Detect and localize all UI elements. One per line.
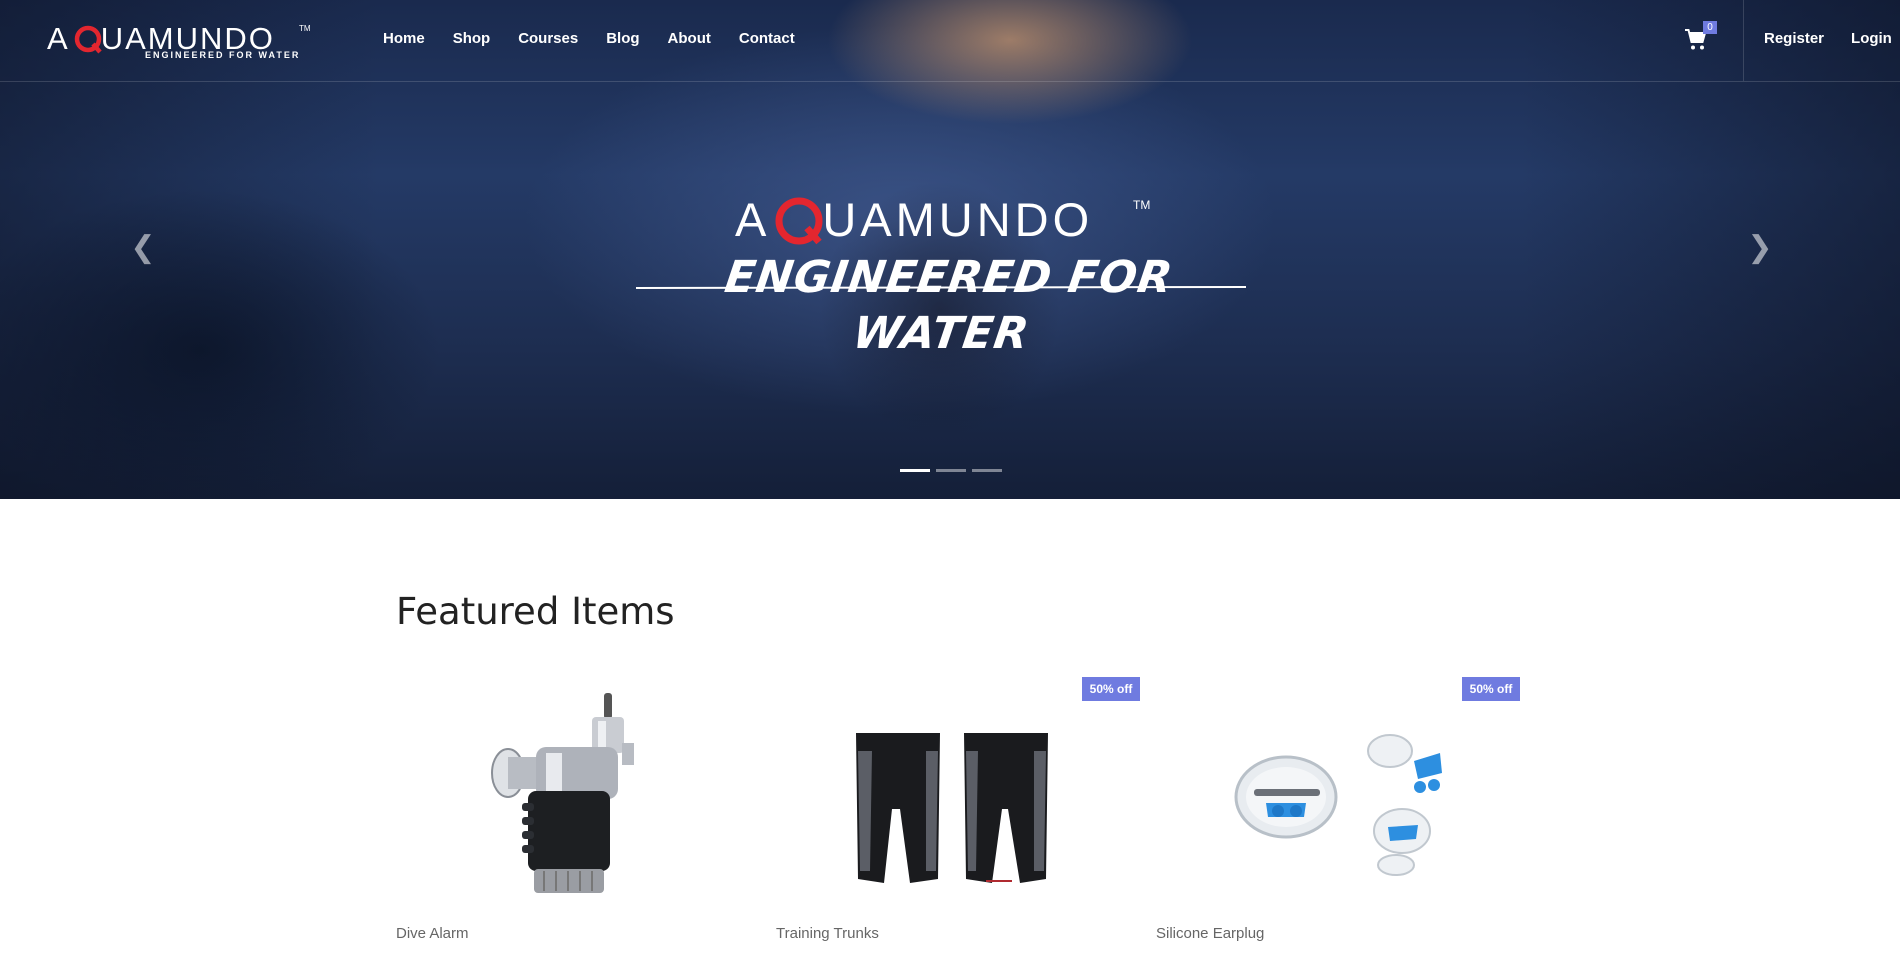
hero-logo-text: A UAMUNDO <box>735 193 1094 246</box>
nav-courses[interactable]: Courses <box>518 30 578 47</box>
hero-tagline-brush-stroke <box>636 286 1246 289</box>
nav-home[interactable]: Home <box>383 30 425 47</box>
brand-tm: TM <box>299 24 311 33</box>
login-link[interactable]: Login <box>1851 30 1892 47</box>
carousel-indicators <box>900 469 1002 472</box>
main-nav: Home Shop Courses Blog About Contact <box>383 30 823 47</box>
product-image-training-trunks[interactable] <box>776 691 1140 905</box>
hero-tagline: ENGINEERED FOR WATER <box>721 252 1177 359</box>
hero-logo: A UAMUNDO TM <box>735 190 1155 250</box>
carousel-indicator-2[interactable] <box>936 469 966 472</box>
carousel-prev-icon[interactable]: ❮ <box>128 230 158 265</box>
nav-about[interactable]: About <box>668 30 711 47</box>
product-image-silicone-earplug[interactable] <box>1156 691 1520 905</box>
top-navbar: A UAMUNDO TM ENGINEERED FOR WATER Home Sh… <box>0 0 1900 82</box>
product-name[interactable]: Silicone Earplug <box>1156 925 1264 942</box>
product-card-silicone-earplug[interactable]: Silicone Earplug 50% off <box>1156 677 1520 967</box>
nav-divider <box>1743 0 1744 81</box>
product-card-training-trunks[interactable]: Training Trunks 50% off <box>776 677 1140 967</box>
brand-tagline: ENGINEERED FOR WATER <box>145 50 301 60</box>
product-card-dive-alarm[interactable]: Dive Alarm <box>396 677 760 967</box>
cart-count-badge: 0 <box>1703 21 1717 34</box>
hero-logo-tm: TM <box>1133 198 1151 212</box>
nav-contact[interactable]: Contact <box>739 30 795 47</box>
nav-shop[interactable]: Shop <box>453 30 491 47</box>
register-link[interactable]: Register <box>1764 30 1824 47</box>
product-name[interactable]: Dive Alarm <box>396 925 469 942</box>
product-image-dive-alarm[interactable] <box>396 691 760 905</box>
carousel-indicator-3[interactable] <box>972 469 1002 472</box>
product-name[interactable]: Training Trunks <box>776 925 879 942</box>
nav-blog[interactable]: Blog <box>606 30 639 47</box>
carousel-next-icon[interactable]: ❯ <box>1745 230 1775 265</box>
discount-badge: 50% off <box>1082 677 1140 701</box>
account-nav: Register Login <box>1764 30 1900 47</box>
brand-logo[interactable]: A UAMUNDO TM ENGINEERED FOR WATER <box>47 20 317 64</box>
featured-items-heading: Featured Items <box>396 590 675 633</box>
discount-badge: 50% off <box>1462 677 1520 701</box>
carousel-indicator-1[interactable] <box>900 469 930 472</box>
